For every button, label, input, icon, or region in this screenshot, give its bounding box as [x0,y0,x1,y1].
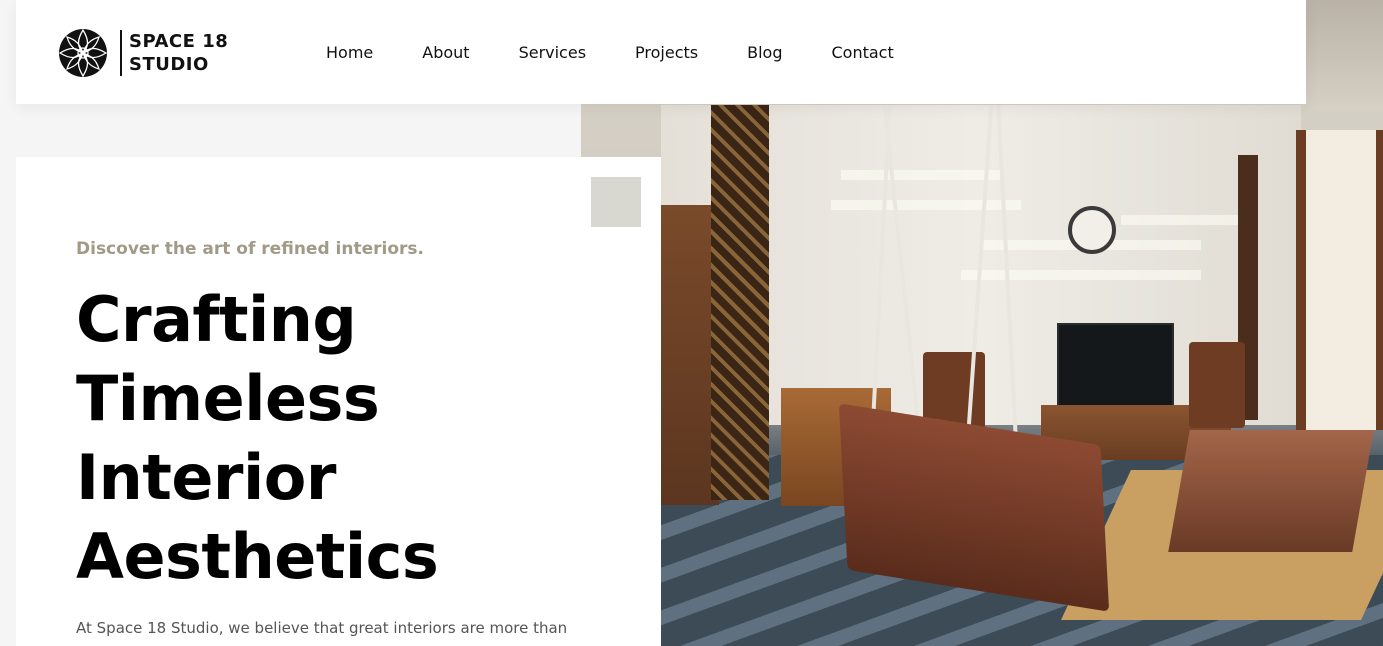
nav-about[interactable]: About [422,43,469,62]
nav-projects[interactable]: Projects [635,43,698,62]
hero-headline: Crafting Timeless Interior Aesthetics [76,280,439,596]
sunlight-stripe [831,200,1021,210]
hero-card: Discover the art of refined interiors. C… [16,157,661,646]
window [1296,130,1383,430]
nav-contact[interactable]: Contact [831,43,893,62]
headline-line: Interior [76,441,336,514]
nav-home[interactable]: Home [326,43,373,62]
headline-line: Crafting [76,283,357,356]
lotus-mandala-icon [58,28,108,78]
headline-line: Aesthetics [76,520,439,593]
sunlight-stripe [1121,215,1241,225]
hero-intro: At Space 18 Studio, we believe that grea… [76,619,568,637]
brand-logo[interactable]: SPACE 18 STUDIO [58,28,228,78]
logo-divider [120,30,122,76]
carved-pillar [711,105,769,500]
armchair [1189,342,1245,428]
coffee-table [1168,430,1374,552]
brand-name-line1: SPACE 18 [129,31,229,52]
hero-eyebrow: Discover the art of refined interiors. [76,239,424,259]
headline-line: Timeless [76,362,380,435]
accent-square [591,177,641,227]
main-nav: Home About Services Projects Blog Contac… [326,0,943,104]
brand-name-line2: STUDIO [129,54,209,75]
nav-blog[interactable]: Blog [747,43,782,62]
page: SPACE 18 STUDIO Home About Services Proj… [0,0,1383,646]
nav-services[interactable]: Services [519,43,586,62]
sunlight-stripe [841,170,1001,180]
sunlight-stripe [961,270,1201,280]
wall-clock [1068,206,1116,254]
television [1057,323,1174,415]
site-header: SPACE 18 STUDIO Home About Services Proj… [16,0,1306,104]
brand-name: SPACE 18 STUDIO [129,30,228,76]
